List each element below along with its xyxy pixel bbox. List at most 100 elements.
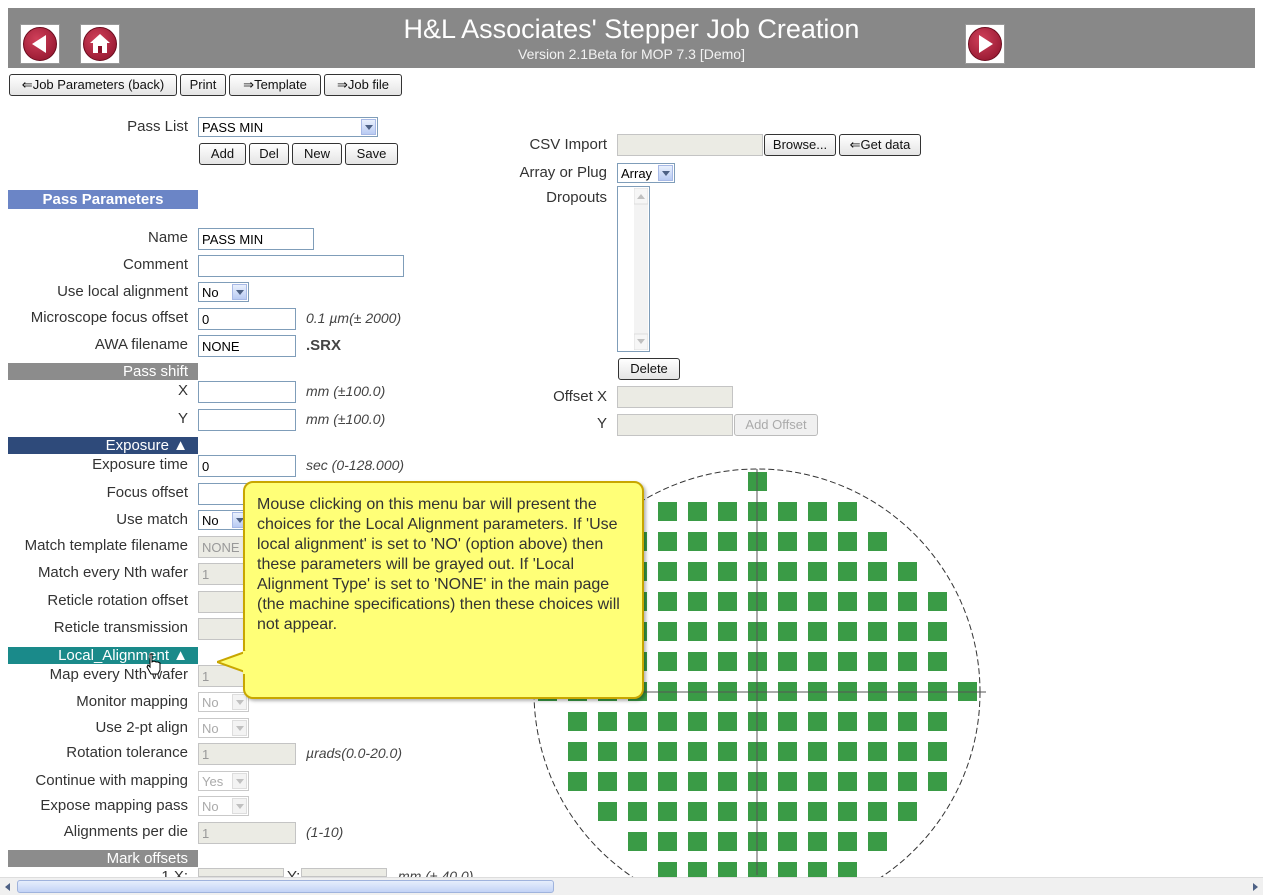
die-cell[interactable] bbox=[688, 622, 707, 641]
horizontal-scrollbar[interactable] bbox=[0, 877, 1263, 895]
mark-1-y-input[interactable] bbox=[301, 868, 387, 877]
job-parameters-back-button[interactable]: ⇐Job Parameters (back) bbox=[9, 74, 177, 96]
die-cell[interactable] bbox=[928, 712, 947, 731]
continue-with-mapping-select[interactable]: Yes bbox=[198, 771, 249, 791]
pass-list-select[interactable]: PASS MIN bbox=[198, 117, 378, 137]
die-cell[interactable] bbox=[838, 712, 857, 731]
die-cell[interactable] bbox=[688, 712, 707, 731]
die-cell[interactable] bbox=[838, 832, 857, 851]
die-cell[interactable] bbox=[778, 652, 797, 671]
comment-input[interactable] bbox=[198, 255, 404, 277]
die-cell[interactable] bbox=[808, 772, 827, 791]
local-alignment-header[interactable]: Local_Alignment ▲ bbox=[8, 647, 198, 664]
die-cell[interactable] bbox=[898, 742, 917, 761]
die-cell[interactable] bbox=[928, 772, 947, 791]
die-cell[interactable] bbox=[898, 772, 917, 791]
die-cell[interactable] bbox=[808, 502, 827, 521]
die-cell[interactable] bbox=[688, 772, 707, 791]
die-cell[interactable] bbox=[868, 562, 887, 581]
die-cell[interactable] bbox=[838, 592, 857, 611]
die-cell[interactable] bbox=[838, 502, 857, 521]
dropouts-listbox[interactable] bbox=[617, 186, 650, 352]
die-cell[interactable] bbox=[808, 622, 827, 641]
die-cell[interactable] bbox=[868, 652, 887, 671]
die-cell[interactable] bbox=[688, 832, 707, 851]
die-cell[interactable] bbox=[658, 862, 677, 877]
print-button[interactable]: Print bbox=[180, 74, 226, 96]
die-cell[interactable] bbox=[868, 622, 887, 641]
die-cell[interactable] bbox=[568, 742, 587, 761]
new-pass-button[interactable]: New bbox=[292, 143, 342, 165]
die-cell[interactable] bbox=[928, 652, 947, 671]
die-cell[interactable] bbox=[778, 862, 797, 877]
pass-shift-x-input[interactable] bbox=[198, 381, 296, 403]
die-cell[interactable] bbox=[658, 712, 677, 731]
die-cell[interactable] bbox=[718, 652, 737, 671]
die-cell[interactable] bbox=[838, 562, 857, 581]
die-cell[interactable] bbox=[898, 652, 917, 671]
die-cell[interactable] bbox=[718, 592, 737, 611]
alignments-per-die-input[interactable]: 1 bbox=[198, 822, 296, 844]
die-cell[interactable] bbox=[718, 772, 737, 791]
job-file-button[interactable]: ⇒Job file bbox=[324, 74, 402, 96]
die-cell[interactable] bbox=[658, 532, 677, 551]
die-cell[interactable] bbox=[898, 562, 917, 581]
die-cell[interactable] bbox=[658, 562, 677, 581]
template-button[interactable]: ⇒Template bbox=[229, 74, 321, 96]
die-cell[interactable] bbox=[778, 502, 797, 521]
offset-x-input[interactable] bbox=[617, 386, 733, 408]
die-cell[interactable] bbox=[778, 772, 797, 791]
die-cell[interactable] bbox=[838, 652, 857, 671]
die-cell[interactable] bbox=[808, 802, 827, 821]
die-cell[interactable] bbox=[658, 772, 677, 791]
die-cell[interactable] bbox=[688, 862, 707, 877]
array-or-plug-select[interactable]: Array bbox=[617, 163, 675, 183]
die-cell[interactable] bbox=[898, 802, 917, 821]
die-cell[interactable] bbox=[838, 772, 857, 791]
name-input[interactable]: PASS MIN bbox=[198, 228, 314, 250]
die-cell[interactable] bbox=[928, 592, 947, 611]
die-cell[interactable] bbox=[808, 532, 827, 551]
die-cell[interactable] bbox=[688, 562, 707, 581]
die-cell[interactable] bbox=[658, 742, 677, 761]
use-match-select[interactable]: No bbox=[198, 510, 249, 530]
expose-mapping-pass-select[interactable]: No bbox=[198, 796, 249, 816]
scroll-right-icon[interactable] bbox=[1249, 881, 1261, 893]
get-data-button[interactable]: ⇐Get data bbox=[839, 134, 921, 156]
die-cell[interactable] bbox=[778, 532, 797, 551]
die-cell[interactable] bbox=[718, 742, 737, 761]
die-cell[interactable] bbox=[928, 622, 947, 641]
die-cell[interactable] bbox=[808, 592, 827, 611]
die-cell[interactable] bbox=[688, 652, 707, 671]
scroll-left-icon[interactable] bbox=[2, 881, 14, 893]
del-pass-button[interactable]: Del bbox=[249, 143, 289, 165]
die-cell[interactable] bbox=[628, 832, 647, 851]
die-cell[interactable] bbox=[598, 712, 617, 731]
die-cell[interactable] bbox=[778, 592, 797, 611]
die-cell[interactable] bbox=[598, 802, 617, 821]
exposure-time-input[interactable]: 0 bbox=[198, 455, 296, 477]
die-cell[interactable] bbox=[628, 712, 647, 731]
scrollbar-thumb[interactable] bbox=[17, 880, 554, 893]
add-offset-button[interactable]: Add Offset bbox=[734, 414, 818, 436]
die-cell[interactable] bbox=[868, 832, 887, 851]
die-cell[interactable] bbox=[658, 622, 677, 641]
rotation-tolerance-input[interactable]: 1 bbox=[198, 743, 296, 765]
die-cell[interactable] bbox=[658, 652, 677, 671]
die-cell[interactable] bbox=[598, 772, 617, 791]
die-cell[interactable] bbox=[838, 742, 857, 761]
die-cell[interactable] bbox=[838, 532, 857, 551]
die-cell[interactable] bbox=[778, 832, 797, 851]
offset-y-input[interactable] bbox=[617, 414, 733, 436]
die-cell[interactable] bbox=[718, 622, 737, 641]
die-cell[interactable] bbox=[658, 802, 677, 821]
die-cell[interactable] bbox=[568, 712, 587, 731]
die-cell[interactable] bbox=[868, 802, 887, 821]
die-cell[interactable] bbox=[718, 532, 737, 551]
die-cell[interactable] bbox=[898, 622, 917, 641]
die-cell[interactable] bbox=[928, 742, 947, 761]
die-cell[interactable] bbox=[718, 712, 737, 731]
die-cell[interactable] bbox=[688, 592, 707, 611]
die-cell[interactable] bbox=[658, 832, 677, 851]
add-pass-button[interactable]: Add bbox=[199, 143, 246, 165]
